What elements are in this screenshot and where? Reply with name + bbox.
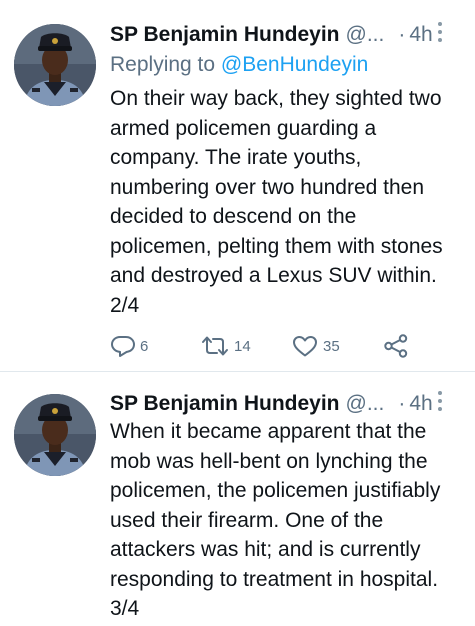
tweet-text-line: 3/4 — [110, 597, 140, 620]
timestamp[interactable]: 4h — [409, 20, 432, 50]
author-name[interactable]: SP Benjamin Hundeyin — [110, 389, 340, 419]
tweet-header: SP Benjamin Hundeyin @... · 4h — [110, 20, 461, 50]
tweet-header: SP Benjamin Hundeyin @... · 4h — [110, 389, 461, 419]
tweet[interactable]: SP Benjamin Hundeyin @... · 4h When it b… — [0, 372, 475, 626]
author-handle[interactable]: @... — [346, 20, 385, 50]
reply-icon — [111, 336, 135, 357]
heart-icon — [293, 336, 317, 357]
retweet-count: 14 — [234, 337, 251, 355]
more-vertical-icon[interactable] — [437, 22, 443, 48]
tweet-text-line: and destroyed a Lexus SUV within. — [110, 264, 437, 287]
replying-to-mention[interactable]: @BenHundeyin — [221, 53, 368, 76]
like-button[interactable]: 35 — [291, 331, 340, 361]
tweet-text-line: numbering over two hundred then — [110, 175, 425, 199]
tweet-text-line: When it became apparent that the — [110, 420, 427, 443]
tweet-text-line: mob was hell-bent on lynching the — [110, 449, 428, 473]
police-officer-avatar-image — [14, 24, 96, 106]
reply-count: 6 — [140, 337, 149, 355]
tweet-text-line: company. The irate youths, — [110, 146, 362, 169]
tweet-text-line: used their firearm. One of the — [110, 508, 384, 532]
avatar[interactable] — [14, 394, 96, 476]
tweet-text: On their way back, they sighted two arme… — [110, 84, 461, 320]
retweet-button[interactable]: 14 — [200, 331, 251, 361]
avatar[interactable] — [14, 24, 96, 106]
police-officer-avatar-image — [14, 394, 96, 476]
tweet-text-line: decided to descend on the — [110, 205, 357, 228]
share-button[interactable] — [383, 331, 409, 361]
replying-to-label: Replying to — [110, 53, 216, 76]
author-name[interactable]: SP Benjamin Hundeyin — [110, 20, 340, 50]
tweet-text-line: 2/4 — [110, 293, 140, 317]
tweet-text-line: policemen, the policemen justifiably — [110, 479, 441, 502]
tweet-text-line: armed policemen guarding a — [110, 116, 377, 140]
author-handle[interactable]: @... — [346, 389, 385, 419]
retweet-icon — [202, 336, 228, 356]
tweet-text-line: attackers was hit; and is currently — [110, 538, 421, 561]
tweet-text: When it became apparent that the mob was… — [110, 417, 461, 624]
more-vertical-icon[interactable] — [437, 391, 443, 417]
separator-dot: · — [398, 23, 406, 46]
tweet-text-line: responding to treatment in hospital. — [110, 567, 439, 591]
tweet-text-line: policemen, pelting them with stones — [110, 234, 443, 258]
separator-dot: · — [398, 392, 406, 415]
like-count: 35 — [323, 337, 340, 355]
reply-button[interactable]: 6 — [110, 331, 148, 361]
tweet-actions: 6 14 35 — [110, 331, 420, 361]
share-icon — [384, 334, 408, 358]
timestamp[interactable]: 4h — [409, 389, 432, 419]
tweet-text-line: On their way back, they sighted two — [110, 87, 442, 110]
replying-to: Replying to @BenHundeyin — [110, 50, 368, 80]
tweet[interactable]: SP Benjamin Hundeyin @... · 4h Replying … — [0, 0, 475, 372]
